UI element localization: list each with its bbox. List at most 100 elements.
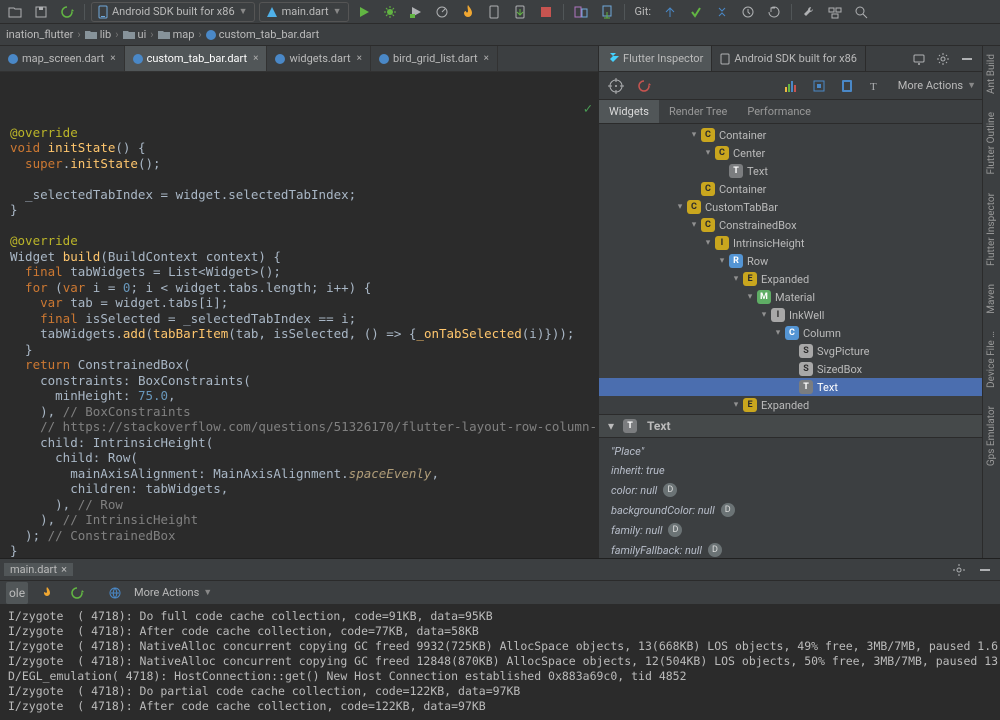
run-config-dropdown[interactable]: main.dart ▼ (259, 2, 349, 22)
tree-row[interactable]: CContainer (599, 180, 982, 198)
property-row: inherit: true (607, 461, 974, 480)
open-devtools-icon[interactable] (104, 582, 126, 604)
profile-icon[interactable] (431, 1, 453, 23)
tree-row[interactable]: ▾EExpanded (599, 270, 982, 288)
chevron-right-icon: › (198, 28, 201, 41)
more-actions-dropdown[interactable]: More Actions▼ (134, 586, 212, 599)
side-tool-tab[interactable]: Flutter Inspector (986, 189, 997, 270)
minimize-icon[interactable] (974, 559, 996, 581)
tree-row[interactable]: SSvgPicture (599, 342, 982, 360)
code-editor[interactable]: ✓ @overridevoid initState() { super.init… (0, 72, 598, 558)
notification-icon[interactable] (908, 48, 930, 70)
close-icon[interactable]: × (253, 53, 258, 64)
hot-restart-icon[interactable] (66, 582, 88, 604)
console-tab-icon[interactable]: ole (6, 582, 28, 604)
inspector-subtabs: WidgetsRender TreePerformance (599, 100, 982, 124)
editor-tab[interactable]: bird_grid_list.dart× (371, 46, 498, 71)
tree-row[interactable]: SSizedBox (599, 360, 982, 378)
debug-paint-icon[interactable] (808, 75, 830, 97)
side-tool-tab[interactable]: Flutter Outline (986, 108, 997, 179)
chevron-down-icon: ▼ (333, 6, 342, 17)
vcs-history-icon[interactable] (737, 1, 759, 23)
breadcrumb-item[interactable]: ui (123, 28, 147, 41)
vcs-commit-icon[interactable] (685, 1, 707, 23)
breadcrumb-item[interactable]: ination_flutter (6, 28, 73, 41)
settings-gear-icon[interactable] (932, 48, 954, 70)
tab-flutter-inspector[interactable]: Flutter Inspector (599, 46, 712, 71)
tree-row[interactable]: ▾CCenter (599, 144, 982, 162)
save-all-icon[interactable] (30, 1, 52, 23)
inspector-panel: Flutter Inspector Android SDK built for … (598, 46, 982, 558)
inspector-subtab[interactable]: Widgets (599, 100, 659, 123)
editor-tab[interactable]: custom_tab_bar.dart× (125, 46, 268, 71)
close-icon[interactable]: × (61, 563, 67, 576)
chevron-down-icon: ▼ (239, 6, 248, 17)
coverage-icon[interactable] (405, 1, 427, 23)
tree-row[interactable]: ▾IIntrinsicHeight (599, 234, 982, 252)
search-everywhere-icon[interactable] (850, 1, 872, 23)
project-structure-icon[interactable] (824, 1, 846, 23)
tab-logcat-device[interactable]: Android SDK built for x86 (712, 46, 866, 71)
tree-row[interactable]: ▾CContainer (599, 126, 982, 144)
side-tool-tab[interactable]: Device File … (986, 327, 997, 392)
run-icon[interactable] (353, 1, 375, 23)
tree-row[interactable]: ▾MMaterial (599, 288, 982, 306)
breadcrumb-item[interactable]: map (158, 28, 195, 41)
vcs-rollback-icon[interactable] (763, 1, 785, 23)
hot-reload-icon[interactable] (457, 1, 479, 23)
editor-tab[interactable]: map_screen.dart× (0, 46, 125, 71)
side-tool-tab[interactable]: Gps Emulator (986, 402, 997, 470)
tree-row[interactable]: ▾CColumn (599, 324, 982, 342)
refresh-tree-icon[interactable] (633, 75, 655, 97)
chevron-right-icon: › (77, 28, 80, 41)
platform-toggle-icon[interactable] (836, 75, 858, 97)
close-icon[interactable]: × (110, 53, 115, 64)
stop-icon[interactable] (535, 1, 557, 23)
run-tab-main[interactable]: main.dart × (4, 563, 73, 576)
side-tool-tab[interactable]: Maven (986, 280, 997, 318)
settings-gear-icon[interactable] (948, 559, 970, 581)
widget-tree[interactable]: ▾CContainer▾CCenter TText CContainer▾CCu… (599, 124, 982, 414)
open-file-icon[interactable] (4, 1, 26, 23)
git-label: Git: (635, 5, 651, 18)
more-actions-dropdown[interactable]: More Actions▼ (898, 79, 976, 92)
right-tool-window-bar: Ant Build Flutter Outline Flutter Inspecto… (982, 46, 1000, 558)
sync-icon[interactable] (56, 1, 78, 23)
chevron-down-icon: ▾ (605, 419, 617, 433)
select-widget-mode-icon[interactable] (605, 75, 627, 97)
breadcrumb-item[interactable]: custom_tab_bar.dart (206, 28, 320, 41)
editor-tab[interactable]: widgets.dart× (267, 46, 370, 71)
inspector-subtab[interactable]: Render Tree (659, 100, 737, 123)
vcs-compare-icon[interactable] (711, 1, 733, 23)
close-icon[interactable]: × (357, 53, 362, 64)
device-selector-dropdown[interactable]: Android SDK built for x86 ▼ (91, 2, 255, 22)
inspector-subtab[interactable]: Performance (737, 100, 821, 123)
tree-row[interactable]: TText (599, 378, 982, 396)
build-icon[interactable] (798, 1, 820, 23)
property-row: color: nullD (607, 480, 974, 500)
console-output[interactable]: I/zygote ( 4718): Do full code cache col… (0, 605, 1000, 720)
close-icon[interactable]: × (484, 53, 489, 64)
breadcrumb-item[interactable]: lib (85, 28, 112, 41)
minimize-icon[interactable] (956, 48, 978, 70)
vcs-update-icon[interactable] (659, 1, 681, 23)
tree-row[interactable]: ▾CConstrainedBox (599, 216, 982, 234)
apply-changes-icon[interactable] (509, 1, 531, 23)
sdk-manager-icon[interactable] (596, 1, 618, 23)
main-toolbar: Android SDK built for x86 ▼ main.dart ▼ … (0, 0, 1000, 24)
tree-row[interactable]: ▾IInkWell (599, 306, 982, 324)
tree-row[interactable]: ▾EExpanded (599, 396, 982, 414)
run-tab-bar: main.dart × (0, 559, 1000, 581)
tree-row[interactable]: ▾RRow (599, 252, 982, 270)
side-tool-tab[interactable]: Ant Build (986, 50, 997, 98)
inspector-tab-bar: Flutter Inspector Android SDK built for … (599, 46, 982, 72)
hot-reload-icon[interactable] (36, 582, 58, 604)
tree-row[interactable]: TText (599, 162, 982, 180)
perf-overlay-icon[interactable] (780, 75, 802, 97)
baselines-icon[interactable]: T (864, 75, 886, 97)
debug-icon[interactable] (379, 1, 401, 23)
properties-header[interactable]: ▾ T Text (599, 414, 982, 438)
avd-manager-icon[interactable] (570, 1, 592, 23)
tree-row[interactable]: ▾CCustomTabBar (599, 198, 982, 216)
attach-debugger-icon[interactable] (483, 1, 505, 23)
